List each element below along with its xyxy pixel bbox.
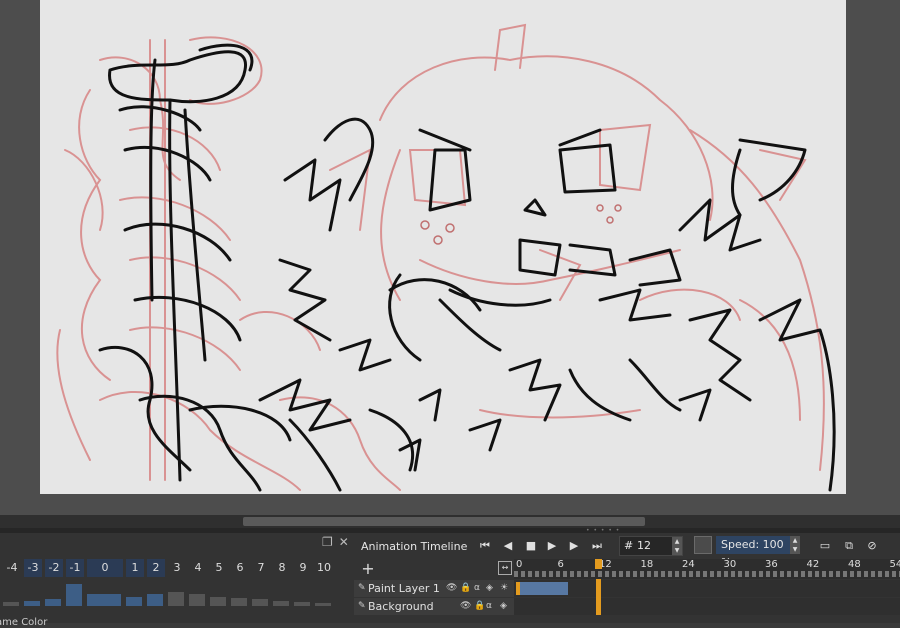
zoom-fit-icon[interactable]: ↔: [498, 561, 512, 575]
frame-number-input[interactable]: # 12 ▲▼: [619, 536, 683, 556]
scrollbar-thumb[interactable]: [243, 517, 645, 526]
onion-frame-10[interactable]: 10: [315, 559, 333, 577]
ruler-label-6: 6: [558, 559, 564, 570]
frame-hash-label: #: [624, 537, 633, 555]
onion-skin-icon[interactable]: ⧉: [840, 537, 858, 555]
onion-opacity-bar-10[interactable]: [315, 603, 331, 606]
lock-icon[interactable]: 🔒: [460, 580, 471, 597]
ruler-label-48: 48: [848, 559, 861, 570]
visibility-eye-icon[interactable]: 👁: [460, 598, 471, 615]
onion-frame--3[interactable]: -3: [24, 559, 42, 577]
frame-cells-background[interactable]: [514, 598, 900, 615]
layer-name: Paint Layer 1: [368, 580, 440, 597]
docker-buttons: ❐✕: [316, 535, 349, 549]
keyframe-block[interactable]: [516, 582, 568, 595]
ruler-label-54: 54: [890, 559, 900, 570]
layer-pin-icon: ✎: [358, 598, 366, 615]
onion-frame-9[interactable]: 9: [294, 559, 312, 577]
onion-opacity-bar-5[interactable]: [210, 597, 226, 606]
layer-pin-icon: ✎: [358, 580, 366, 597]
loop-icon[interactable]: [694, 536, 712, 554]
onion-frame-0[interactable]: 0: [87, 559, 123, 577]
canvas-horizontal-scrollbar[interactable]: [0, 515, 900, 528]
onion-opacity-bar-7[interactable]: [252, 599, 268, 606]
onion-opacity-bar-9[interactable]: [294, 602, 310, 606]
play-button[interactable]: ▶: [543, 537, 561, 555]
playhead[interactable]: [596, 579, 601, 615]
onion-opacity-bar-4[interactable]: [189, 594, 205, 606]
close-docker-icon[interactable]: ✕: [339, 535, 349, 549]
timeline-title: Animation Timeline: [361, 540, 467, 553]
sketch-artwork: [40, 0, 846, 494]
layer-row-paint-layer-1[interactable]: ✎ Paint Layer 1 👁 🔒 α ◈ ☀: [354, 580, 514, 597]
ruler-label-0: 0: [516, 559, 522, 570]
onion-frame-1[interactable]: 1: [126, 559, 144, 577]
onion-frame-3[interactable]: 3: [168, 559, 186, 577]
onion-opacity-bar-2[interactable]: [147, 594, 163, 606]
animation-timeline: Animation Timeline ⏮ ◀ ■ ▶ ▶ ⏭ # 12 ▲▼ S…: [352, 533, 900, 623]
onion-skin-docker: ❐✕ -4-3-2-1012345678910 ame Color: [0, 533, 352, 623]
onion-frame-8[interactable]: 8: [273, 559, 291, 577]
alpha-lock-icon[interactable]: α: [474, 580, 480, 597]
next-keyframe-button[interactable]: ▶: [565, 537, 583, 555]
onion-frame--2[interactable]: -2: [45, 559, 63, 577]
speed-spin-icon[interactable]: ▲▼: [790, 536, 800, 554]
stop-button[interactable]: ■: [522, 537, 540, 555]
lock-icon[interactable]: 🔒: [474, 598, 485, 615]
onion-opacity-bar--1[interactable]: [66, 584, 82, 606]
ruler-label-30: 30: [724, 559, 737, 570]
onion-opacity-bar-1[interactable]: [126, 597, 142, 606]
onion-opacity-bar-0[interactable]: [87, 594, 121, 606]
previous-keyframe-button[interactable]: ◀: [499, 537, 517, 555]
ruler-label-36: 36: [765, 559, 778, 570]
onion-toggle-icon[interactable]: ◈: [500, 598, 507, 615]
onion-opacity-bar--3[interactable]: [24, 601, 40, 606]
onion-opacity-bar-3[interactable]: [168, 592, 184, 606]
pin-to-timeline-icon[interactable]: ☀: [500, 580, 508, 597]
layer-name: Background: [368, 598, 434, 615]
onion-frame--4[interactable]: -4: [3, 559, 21, 577]
frame-ruler[interactable]: 061218243036424854: [514, 559, 900, 579]
onion-frame-2[interactable]: 2: [147, 559, 165, 577]
canvas-area[interactable]: [0, 0, 900, 515]
last-frame-button[interactable]: ⏭: [588, 537, 606, 555]
no-sound-icon[interactable]: ⊘: [863, 537, 881, 555]
add-layer-button[interactable]: +: [354, 560, 382, 578]
ruler-label-18: 18: [641, 559, 654, 570]
ruler-ticks: [514, 571, 900, 577]
drawing-canvas[interactable]: [40, 0, 846, 494]
onion-opacity-bar-6[interactable]: [231, 598, 247, 606]
frame-spin-icon[interactable]: ▲▼: [672, 537, 682, 555]
ruler-label-24: 24: [682, 559, 695, 570]
ruler-label-42: 42: [807, 559, 820, 570]
onion-frame-6[interactable]: 6: [231, 559, 249, 577]
visibility-eye-icon[interactable]: 👁: [446, 580, 457, 597]
keyframe-marker[interactable]: [516, 582, 520, 595]
onion-frame-5[interactable]: 5: [210, 559, 228, 577]
layer-row-background[interactable]: ✎ Background 👁 🔒 α ◈: [354, 598, 514, 615]
frame-number-value: 12: [637, 537, 651, 555]
drop-frames-icon[interactable]: ▭: [816, 537, 834, 555]
splitter-grip-icon: • • • • •: [586, 529, 620, 532]
speed-input[interactable]: Speed: 100 %: [716, 536, 791, 554]
onion-frame--1[interactable]: -1: [66, 559, 84, 577]
onion-opacity-bar--4[interactable]: [3, 602, 19, 606]
playhead-handle[interactable]: [595, 559, 602, 569]
onion-opacity-bar--2[interactable]: [45, 599, 61, 606]
alpha-lock-icon[interactable]: α: [486, 598, 492, 615]
onion-toggle-icon[interactable]: ◈: [486, 580, 493, 597]
float-docker-icon[interactable]: ❐: [322, 535, 333, 549]
onion-frame-7[interactable]: 7: [252, 559, 270, 577]
frame-cells-paint-layer-1[interactable]: [514, 580, 900, 597]
onion-opacity-bar-8[interactable]: [273, 601, 289, 606]
onion-frame-4[interactable]: 4: [189, 559, 207, 577]
first-frame-button[interactable]: ⏮: [476, 537, 494, 555]
